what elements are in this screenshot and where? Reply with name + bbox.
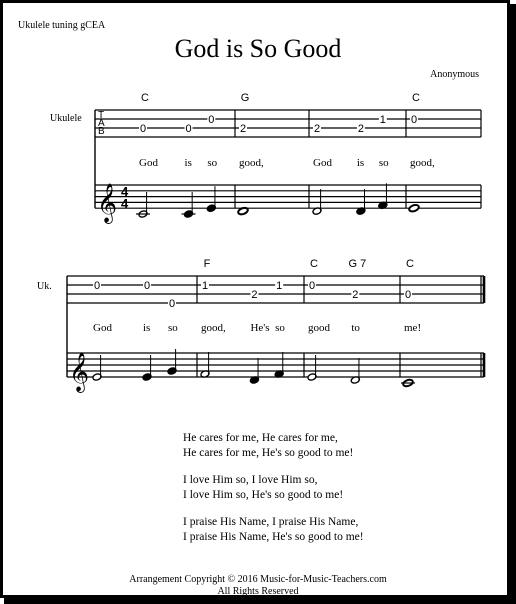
lyric-syllable: is [357,157,364,169]
footer: Arrangement Copyright © 2016 Music-for-M… [0,574,516,598]
tab-fret-number: 2 [358,123,364,135]
chord-symbol: C [412,92,420,104]
tab-fret-number: 1 [276,280,282,292]
chord-symbol: C [141,92,149,104]
verse-line: He cares for me, He cares for me, [183,432,338,444]
chord-symbol: G 7 [348,258,366,270]
lyric-syllable: God [313,157,332,169]
rights-text: All Rights Reserved [217,586,299,597]
chord-symbol: C [310,258,318,270]
verse-line: I love Him so, He's so good to me! [183,489,344,501]
lyric-syllable: so [168,322,178,334]
chord-symbol: C [406,258,414,270]
tab-fret-number: 2 [240,123,246,135]
tab-fret-number: 0 [94,280,100,292]
verse-line: He cares for me, He's so good to me! [183,447,354,459]
tab-fret-number: 1 [380,114,386,126]
chord-symbol: G [241,92,250,104]
system-2: Uk. 𝄞 F C G 7 C 0 0 0 God is so 1 2 1 good, He's so 0 2 good… [37,258,486,393]
tab-fret-number: 2 [251,289,257,301]
verse-line: I praise His Name, I praise His Name, [183,516,359,528]
tab-fret-number: 0 [169,298,175,310]
lyric-syllable: is [143,322,150,334]
lyric-syllable: so [207,157,217,169]
tab-fret-number: 2 [314,123,320,135]
tab-fret-number: 0 [309,280,315,292]
lyric-syllable: is [185,157,192,169]
lyric-syllable: God [93,322,112,334]
time-signature-bottom: 4 [121,196,129,211]
tab-fret-number: 0 [208,114,214,126]
lyric-syllable: so [275,322,285,334]
treble-clef-icon: 𝄞 [97,184,117,224]
treble-clef-icon: 𝄞 [69,353,89,393]
lyric-syllable: good, [201,322,226,334]
instrument-label: Ukulele [50,113,82,124]
lyric-syllable: good, [410,157,435,169]
verse-line: I praise His Name, He's so good to me! [183,531,364,543]
lyric-syllable: good, [239,157,264,169]
tab-fret-number: 0 [144,280,150,292]
copyright-text: Arrangement Copyright © 2016 Music-for-M… [129,574,387,585]
verse-2: I love Him so, I love Him so, I love Him… [183,473,364,503]
verse-1: He cares for me, He cares for me, He car… [183,431,364,461]
tab-fret-number: 2 [352,289,358,301]
lyric-syllable: good [308,322,331,334]
system-1: Ukulele TAB𝄞 44C G C0 00God is so2good,2 21God is… [50,92,482,224]
lyric-syllable: God [139,157,158,169]
tab-clef-letter: B [98,126,105,137]
chord-symbol: F [204,258,211,270]
lyric-syllable: me! [404,322,421,334]
tab-fret-number: 0 [185,123,191,135]
lyric-syllable: He's [250,322,269,334]
verse-3: I praise His Name, I praise His Name, I … [183,515,364,545]
tab-fret-number: 0 [405,289,411,301]
instrument-label: Uk. [37,281,52,292]
tab-fret-number: 0 [140,123,146,135]
verse-line: I love Him so, I love Him so, [183,474,318,486]
lyric-syllable: to [351,322,360,334]
tab-fret-number: 1 [202,280,208,292]
tab-fret-number: 0 [411,114,417,126]
lyric-syllable: so [379,157,389,169]
verses: He cares for me, He cares for me, He car… [183,431,364,557]
note-head [408,203,420,213]
